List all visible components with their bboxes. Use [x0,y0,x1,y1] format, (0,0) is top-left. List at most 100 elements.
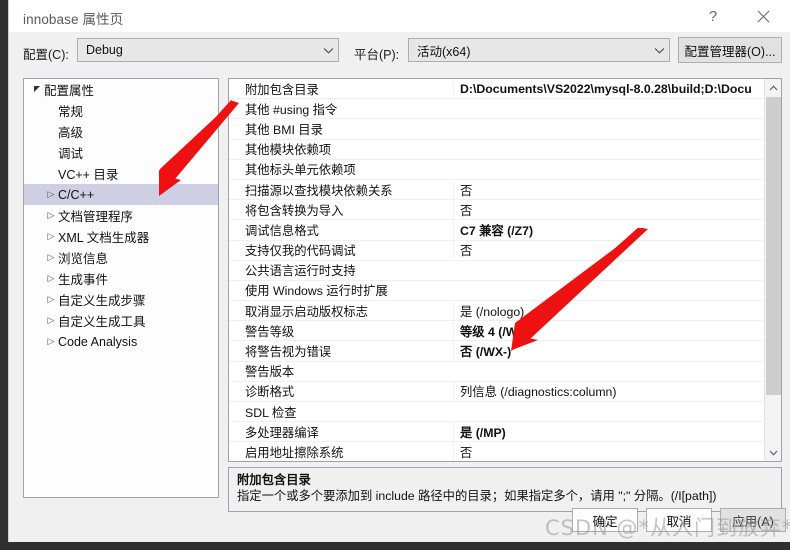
twisty-collapsed-icon[interactable]: ▷ [44,210,58,221]
twisty-collapsed-icon[interactable]: ▷ [44,189,58,200]
tree-item-label: 高级 [58,126,84,140]
tree-item-2[interactable]: 高级 [24,121,218,142]
property-row[interactable]: 警告等级 等级 4 (/W4) [229,321,765,342]
property-row[interactable]: 其他模块依赖项 [229,140,765,160]
tree-item-1[interactable]: 常规 [24,100,218,121]
property-value[interactable]: 否 [453,241,765,260]
tree-item-0[interactable]: ◢ 配置属性 [24,79,218,100]
tree-item-9[interactable]: ▷ 生成事件 [24,268,218,289]
configuration-dropdown[interactable]: Debug [77,38,339,62]
tree-item-label: 调试 [58,147,84,161]
tree-item-label: 生成事件 [58,273,109,287]
tree-item-label: Code Analysis [58,334,138,349]
property-grid[interactable]: 附加包含目录 D:\Documents\VS2022\mysql-8.0.28\b… [228,78,782,462]
desktop-background-bottom [0,542,790,550]
property-value[interactable]: 否 [453,180,765,199]
property-value[interactable]: 否 [453,442,765,461]
tree-item-label: 常规 [58,105,84,119]
chevron-up-icon[interactable] [765,79,781,96]
property-row[interactable]: 附加包含目录 D:\Documents\VS2022\mysql-8.0.28\b… [229,79,765,100]
property-row[interactable]: SDL 检查 [229,402,765,423]
property-row[interactable]: 启用地址擦除系统 否 [229,442,765,461]
twisty-collapsed-icon[interactable]: ▷ [44,336,58,347]
tree-item-10[interactable]: ▷ 自定义生成步骤 [24,289,218,310]
configuration-bar: 配置(C): Debug 平台(P): 活动(x64) 配置管理器(O)... [9,32,790,72]
tree-item-label: XML 文档生成器 [58,231,150,245]
twisty-collapsed-icon[interactable]: ▷ [44,231,58,242]
chevron-down-icon [649,47,669,54]
property-row[interactable]: 其他 BMI 目录 [229,119,765,140]
property-name: 公共语言运行时支持 [245,264,356,279]
property-row[interactable]: 支持仅我的代码调试 否 [229,241,765,261]
property-name: SDL 检查 [245,405,297,420]
tree-item-6[interactable]: ▷ 文档管理程序 [24,205,218,226]
property-pages-dialog: innobase 属性页 ? 配置(C): Debug 平台(P): 活动(x6… [8,0,790,542]
tree-item-label: C/C++ [58,187,95,202]
dialog-title: innobase 属性页 [23,12,124,27]
platform-value: 活动(x64) [417,44,471,59]
property-grid-scrollbar[interactable] [764,79,781,461]
property-row[interactable]: 其他标头单元依赖项 [229,160,765,180]
property-value[interactable]: C7 兼容 (/Z7) [453,220,765,239]
tree-item-4[interactable]: VC++ 目录 [24,163,218,184]
description-pane: 附加包含目录 指定一个或多个要添加到 include 路径中的目录；如果指定多个… [228,467,782,512]
property-name: 其他 #using 指令 [245,102,338,117]
twisty-collapsed-icon[interactable]: ▷ [44,273,58,284]
property-name: 扫描源以查找模块依赖关系 [245,183,393,198]
tree-item-label: VC++ 目录 [58,168,119,182]
property-value[interactable]: 是 (/nologo) [453,301,765,320]
platform-label: 平台(P): [354,48,400,62]
property-name: 调试信息格式 [245,223,319,238]
platform-dropdown[interactable]: 活动(x64) [408,38,670,62]
tree-item-12[interactable]: ▷ Code Analysis [24,331,218,352]
scrollbar-thumb[interactable] [766,97,781,395]
property-name: 启用地址擦除系统 [245,445,344,460]
twisty-collapsed-icon[interactable]: ▷ [44,315,58,326]
tree-item-3[interactable]: 调试 [24,142,218,163]
property-row[interactable]: 将包含转换为导入 否 [229,200,765,221]
description-text: 指定一个或多个要添加到 include 路径中的目录；如果指定多个，请用 ";"… [237,489,717,503]
property-name: 其他标头单元依赖项 [245,163,356,178]
property-value[interactable]: 列信息 (/diagnostics:column) [453,382,765,401]
screenshot-root: innobase 属性页 ? 配置(C): Debug 平台(P): 活动(x6… [0,0,790,550]
chevron-down-icon[interactable] [765,444,781,461]
property-row[interactable]: 多处理器编译 是 (/MP) [229,422,765,443]
property-name: 使用 Windows 运行时扩展 [245,284,388,299]
property-value[interactable]: 是 (/MP) [453,422,765,441]
property-value[interactable]: 等级 4 (/W4) [453,321,765,340]
description-title: 附加包含目录 [237,473,311,487]
property-row[interactable]: 将警告视为错误 否 (/WX-) [229,341,765,362]
property-name: 将警告视为错误 [245,345,332,360]
property-value[interactable]: D:\Documents\VS2022\mysql-8.0.28\build;D… [453,81,765,96]
property-name: 诊断格式 [245,385,295,400]
property-value[interactable]: 否 [453,200,765,219]
property-name: 其他 BMI 目录 [245,122,323,137]
twisty-collapsed-icon[interactable]: ▷ [44,294,58,305]
configuration-manager-button[interactable]: 配置管理器(O)... [678,37,782,63]
property-value[interactable]: 否 (/WX-) [453,342,765,361]
tree-item-5[interactable]: ▷ C/C++ [24,184,218,205]
tree-item-7[interactable]: ▷ XML 文档生成器 [24,226,218,247]
twisty-expanded-icon[interactable]: ◢ [30,85,44,94]
tree-item-label: 浏览信息 [58,252,109,266]
configuration-tree[interactable]: ◢ 配置属性 常规 高级 调试 VC++ 目录 ▷ C/C++ ▷ 文档管理程序 ▷ XML 文档生成… [23,78,219,498]
close-icon[interactable] [741,0,785,32]
property-row[interactable]: 诊断格式 列信息 (/diagnostics:column) [229,382,765,402]
configuration-label: 配置(C): [23,48,69,62]
property-row[interactable]: 取消显示启动版权标志 是 (/nologo) [229,301,765,322]
property-row[interactable]: 警告版本 [229,362,765,382]
twisty-collapsed-icon[interactable]: ▷ [44,252,58,263]
property-row[interactable]: 调试信息格式 C7 兼容 (/Z7) [229,220,765,241]
tree-item-label: 自定义生成步骤 [58,294,146,308]
property-row[interactable]: 使用 Windows 运行时扩展 [229,281,765,302]
property-name: 取消显示启动版权标志 [245,304,368,319]
tree-item-label: 自定义生成工具 [58,315,146,329]
property-row[interactable]: 公共语言运行时支持 [229,261,765,281]
property-row[interactable]: 扫描源以查找模块依赖关系 否 [229,180,765,201]
help-icon[interactable]: ? [691,0,735,32]
tree-item-label: 文档管理程序 [58,210,134,224]
chevron-down-icon [318,47,338,54]
property-row[interactable]: 其他 #using 指令 [229,99,765,120]
tree-item-8[interactable]: ▷ 浏览信息 [24,247,218,268]
tree-item-11[interactable]: ▷ 自定义生成工具 [24,310,218,331]
